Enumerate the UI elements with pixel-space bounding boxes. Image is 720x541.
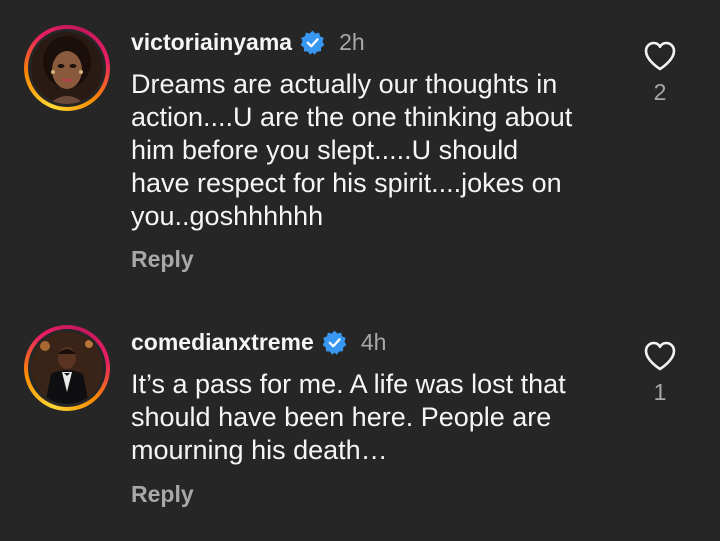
- reply-button[interactable]: Reply: [131, 246, 194, 273]
- comment-item: comedianxtreme 4h It’s a pass for me. A …: [0, 300, 720, 541]
- username[interactable]: comedianxtreme: [131, 329, 314, 356]
- like-count: 1: [653, 379, 667, 405]
- heart-outline-icon[interactable]: [643, 40, 677, 72]
- like-column: 1: [640, 340, 680, 406]
- comment-header: comedianxtreme 4h: [131, 328, 386, 356]
- avatar[interactable]: [31, 32, 103, 104]
- username[interactable]: victoriainyama: [131, 29, 292, 56]
- heart-outline-icon[interactable]: [643, 340, 677, 372]
- reply-button[interactable]: Reply: [131, 481, 194, 508]
- like-count: 2: [653, 79, 667, 105]
- comment-timestamp: 2h: [339, 28, 365, 55]
- avatar[interactable]: [31, 332, 103, 404]
- verified-badge-icon: [322, 330, 347, 355]
- comment-text: Dreams are actually our thoughts in acti…: [131, 69, 573, 231]
- comment-text: It’s a pass for me. A life was lost that…: [131, 369, 566, 465]
- comment-header: victoriainyama 2h: [131, 28, 365, 56]
- verified-badge-icon: [300, 30, 325, 55]
- like-column: 2: [640, 40, 680, 106]
- comment-item: victoriainyama 2h Dreams are actually ou…: [0, 0, 720, 300]
- story-ring[interactable]: [24, 25, 110, 111]
- story-ring[interactable]: [24, 325, 110, 411]
- comment-timestamp: 4h: [360, 328, 387, 355]
